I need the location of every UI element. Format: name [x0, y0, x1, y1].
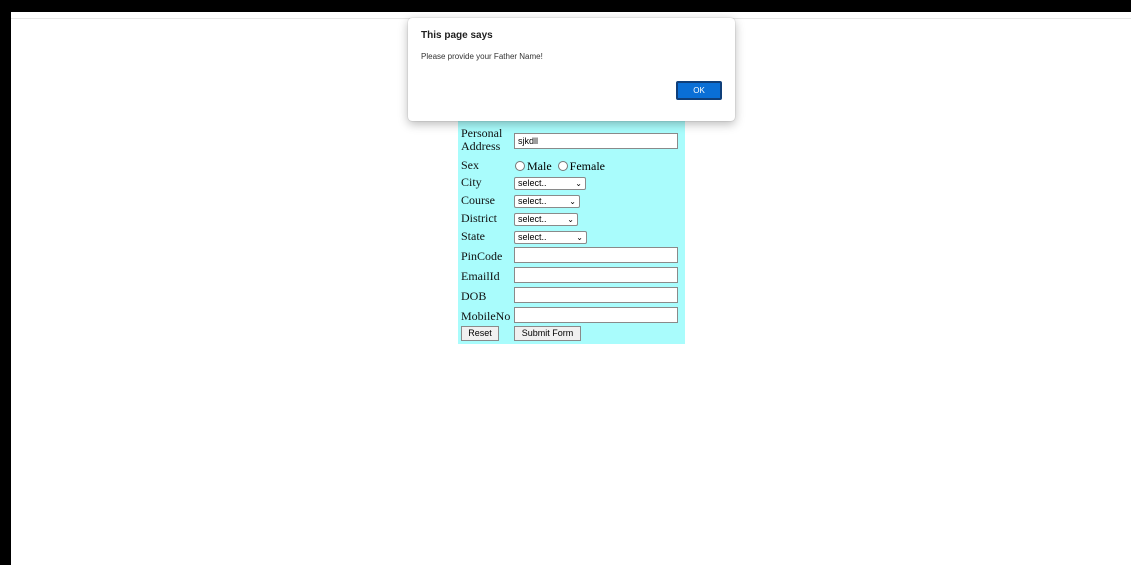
dialog-message: Please provide your Father Name! — [421, 52, 543, 61]
dob-label: DOB — [461, 289, 487, 303]
submit-form-button[interactable]: Submit Form — [514, 326, 581, 341]
personal-address-field[interactable]: sjkdll — [514, 133, 678, 149]
state-select-value: select.. — [518, 232, 547, 242]
sex-radio-group: Male Female — [515, 159, 605, 174]
state-select[interactable]: select.. ⌄ — [514, 231, 587, 244]
city-select[interactable]: select.. ⌄ — [514, 177, 586, 190]
browser-viewport: Address Personal Address sjkdll Sex Male… — [11, 12, 1131, 565]
alert-dialog: This page says Please provide your Fathe… — [408, 18, 735, 121]
pincode-field[interactable] — [514, 247, 678, 263]
female-radio-label: Female — [569, 159, 605, 173]
mobile-field[interactable] — [514, 307, 678, 323]
district-select[interactable]: select.. ⌄ — [514, 213, 578, 226]
district-select-value: select.. — [518, 214, 547, 224]
personal-address-label-line2: Address — [461, 139, 501, 153]
male-radio[interactable] — [515, 161, 525, 171]
chevron-down-icon: ⌄ — [575, 179, 582, 188]
course-label: Course — [461, 193, 495, 207]
pincode-label: PinCode — [461, 249, 503, 263]
dob-field[interactable] — [514, 287, 678, 303]
dialog-title: This page says — [421, 30, 493, 41]
female-radio[interactable] — [557, 161, 568, 171]
chevron-down-icon: ⌄ — [567, 215, 574, 224]
city-label: City — [461, 175, 482, 189]
course-select[interactable]: select.. ⌄ — [514, 195, 580, 208]
email-label: EmailId — [461, 269, 500, 283]
registration-form: Address Personal Address sjkdll Sex Male… — [458, 100, 685, 344]
email-field[interactable] — [514, 267, 678, 283]
state-label: State — [461, 229, 485, 243]
course-select-value: select.. — [518, 196, 547, 206]
reset-button[interactable]: Reset — [461, 326, 499, 341]
mobile-label: MobileNo — [461, 309, 511, 323]
district-label: District — [461, 211, 497, 225]
male-radio-label: Male — [527, 159, 552, 173]
sex-label: Sex — [461, 158, 479, 172]
city-select-value: select.. — [518, 178, 547, 188]
chevron-down-icon: ⌄ — [569, 197, 576, 206]
ok-button[interactable]: OK — [676, 81, 722, 100]
chevron-down-icon: ⌄ — [576, 233, 583, 242]
